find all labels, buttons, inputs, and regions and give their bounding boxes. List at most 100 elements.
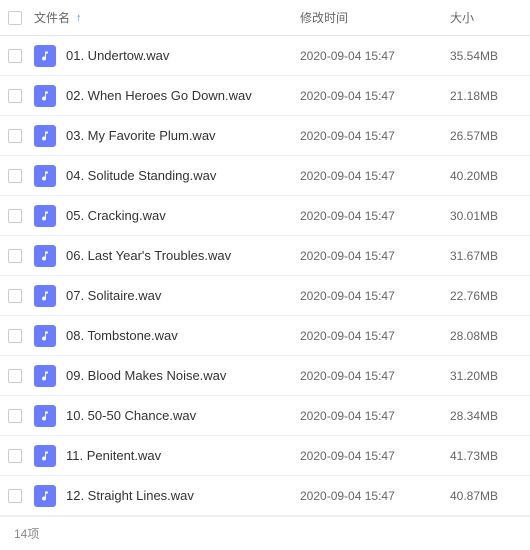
row-check-cell — [0, 249, 30, 263]
table-row[interactable]: 12. Straight Lines.wav 2020-09-04 15:4740… — [0, 476, 530, 516]
header-check-cell — [0, 11, 30, 25]
header-name-label: 文件名 — [34, 9, 70, 26]
music-file-icon — [34, 325, 56, 347]
row-check-cell — [0, 489, 30, 503]
music-file-icon — [34, 285, 56, 307]
row-checkbox[interactable] — [8, 49, 22, 63]
row-checkbox[interactable] — [8, 249, 22, 263]
file-name: 06. Last Year's Troubles.wav — [66, 248, 231, 263]
file-name: 05. Cracking.wav — [66, 208, 166, 223]
file-time: 2020-09-04 15:47 — [300, 129, 450, 143]
row-name-cell: 02. When Heroes Go Down.wav — [30, 85, 300, 107]
table-row[interactable]: 01. Undertow.wav 2020-09-04 15:4735.54MB — [0, 36, 530, 76]
music-file-icon — [34, 245, 56, 267]
row-check-cell — [0, 369, 30, 383]
header-time[interactable]: 修改时间 — [300, 9, 450, 26]
row-checkbox[interactable] — [8, 329, 22, 343]
table-row[interactable]: 02. When Heroes Go Down.wav 2020-09-04 15… — [0, 76, 530, 116]
sort-asc-icon: ↑ — [76, 12, 82, 24]
table-row[interactable]: 03. My Favorite Plum.wav 2020-09-04 15:47… — [0, 116, 530, 156]
file-time: 2020-09-04 15:47 — [300, 329, 450, 343]
header-name[interactable]: 文件名 ↑ — [30, 9, 300, 26]
file-size: 31.67MB — [450, 249, 530, 263]
row-check-cell — [0, 329, 30, 343]
row-name-cell: 06. Last Year's Troubles.wav — [30, 245, 300, 267]
row-name-cell: 04. Solitude Standing.wav — [30, 165, 300, 187]
file-name: 09. Blood Makes Noise.wav — [66, 368, 226, 383]
header-time-label: 修改时间 — [300, 11, 348, 25]
table-row[interactable]: 06. Last Year's Troubles.wav 2020-09-04 1… — [0, 236, 530, 276]
file-name: 08. Tombstone.wav — [66, 328, 178, 343]
status-bar: 14项 — [0, 516, 530, 550]
file-name: 12. Straight Lines.wav — [66, 488, 194, 503]
row-checkbox[interactable] — [8, 89, 22, 103]
music-file-icon — [34, 365, 56, 387]
file-size: 26.57MB — [450, 129, 530, 143]
row-check-cell — [0, 409, 30, 423]
row-check-cell — [0, 209, 30, 223]
row-name-cell: 11. Penitent.wav — [30, 445, 300, 467]
file-time: 2020-09-04 15:47 — [300, 49, 450, 63]
row-name-cell: 05. Cracking.wav — [30, 205, 300, 227]
row-name-cell: 09. Blood Makes Noise.wav — [30, 365, 300, 387]
file-name: 04. Solitude Standing.wav — [66, 168, 216, 183]
file-name: 02. When Heroes Go Down.wav — [66, 88, 252, 103]
music-file-icon — [34, 485, 56, 507]
row-name-cell: 03. My Favorite Plum.wav — [30, 125, 300, 147]
table-row[interactable]: 04. Solitude Standing.wav2020-09-04 15:4… — [0, 156, 530, 196]
header-size-label: 大小 — [450, 11, 474, 25]
row-check-cell — [0, 449, 30, 463]
music-file-icon — [34, 445, 56, 467]
file-list: 01. Undertow.wav2020-09-04 15:4735.54MB0… — [0, 36, 530, 516]
file-time: 2020-09-04 15:47 — [300, 209, 450, 223]
item-count: 14项 — [14, 525, 39, 542]
file-name: 07. Solitaire.wav — [66, 288, 161, 303]
row-checkbox[interactable] — [8, 289, 22, 303]
table-row[interactable]: 05. Cracking.wav 2020-09-04 15:4730.01MB — [0, 196, 530, 236]
row-check-cell — [0, 89, 30, 103]
row-checkbox[interactable] — [8, 369, 22, 383]
file-time: 2020-09-04 15:47 — [300, 449, 450, 463]
file-size: 40.87MB — [450, 489, 530, 503]
row-check-cell — [0, 169, 30, 183]
table-row[interactable]: 07. Solitaire.wav2020-09-04 15:4722.76MB — [0, 276, 530, 316]
row-name-cell: 10. 50-50 Chance.wav — [30, 405, 300, 427]
file-time: 2020-09-04 15:47 — [300, 489, 450, 503]
row-checkbox[interactable] — [8, 489, 22, 503]
table-row[interactable]: 10. 50-50 Chance.wav2020-09-04 15:4728.3… — [0, 396, 530, 436]
file-size: 41.73MB — [450, 449, 530, 463]
file-time: 2020-09-04 15:47 — [300, 89, 450, 103]
file-name: 01. Undertow.wav — [66, 48, 169, 63]
file-size: 21.18MB — [450, 89, 530, 103]
row-checkbox[interactable] — [8, 129, 22, 143]
file-size: 35.54MB — [450, 49, 530, 63]
select-all-checkbox[interactable] — [8, 11, 22, 25]
music-file-icon — [34, 85, 56, 107]
row-name-cell: 01. Undertow.wav — [30, 45, 300, 67]
table-row[interactable]: 09. Blood Makes Noise.wav2020-09-04 15:4… — [0, 356, 530, 396]
header-size[interactable]: 大小 — [450, 9, 530, 26]
file-size: 30.01MB — [450, 209, 530, 223]
music-file-icon — [34, 405, 56, 427]
file-size: 28.34MB — [450, 409, 530, 423]
music-file-icon — [34, 45, 56, 67]
file-size: 40.20MB — [450, 169, 530, 183]
file-time: 2020-09-04 15:47 — [300, 409, 450, 423]
file-name: 03. My Favorite Plum.wav — [66, 128, 216, 143]
row-check-cell — [0, 49, 30, 63]
file-size: 31.20MB — [450, 369, 530, 383]
row-checkbox[interactable] — [8, 209, 22, 223]
table-row[interactable]: 08. Tombstone.wav2020-09-04 15:4728.08MB — [0, 316, 530, 356]
file-name: 11. Penitent.wav — [66, 448, 161, 463]
file-time: 2020-09-04 15:47 — [300, 249, 450, 263]
row-checkbox[interactable] — [8, 449, 22, 463]
row-name-cell: 08. Tombstone.wav — [30, 325, 300, 347]
music-file-icon — [34, 165, 56, 187]
table-row[interactable]: 11. Penitent.wav 2020-09-04 15:4741.73MB — [0, 436, 530, 476]
row-check-cell — [0, 129, 30, 143]
row-checkbox[interactable] — [8, 409, 22, 423]
file-size: 22.76MB — [450, 289, 530, 303]
table-header: 文件名 ↑ 修改时间 大小 — [0, 0, 530, 36]
row-checkbox[interactable] — [8, 169, 22, 183]
row-name-cell: 07. Solitaire.wav — [30, 285, 300, 307]
